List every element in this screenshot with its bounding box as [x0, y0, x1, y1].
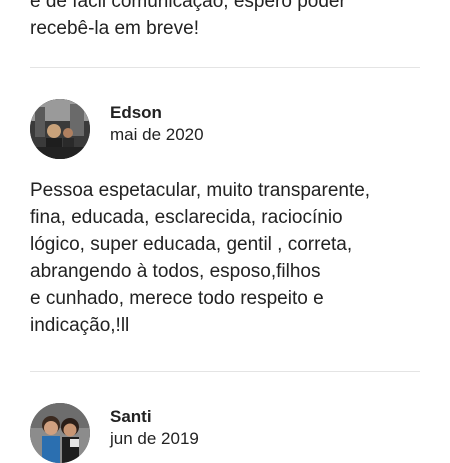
reviewer-name: Edson	[110, 103, 162, 122]
review-text: Pessoa espetacular, muito transparente, …	[30, 180, 371, 336]
review-date: jun de 2019	[110, 429, 199, 448]
reviewer-avatar[interactable]	[30, 99, 90, 159]
review-header: Edson mai de 2020	[30, 99, 422, 159]
reviewer-avatar[interactable]	[30, 403, 90, 463]
review-header: Santi jun de 2019	[30, 403, 422, 463]
review-item: Edson mai de 2020 Pessoa espetacular, mu…	[30, 99, 422, 339]
reviewer-name: Santi	[110, 407, 152, 426]
previous-review-text: e de fácil comunicação, espero poder rec…	[30, 0, 346, 39]
review-divider	[30, 67, 420, 68]
avatar-photo-icon	[30, 403, 90, 463]
review-item: Santi jun de 2019	[30, 403, 422, 463]
review-date: mai de 2020	[110, 125, 204, 144]
review-divider	[30, 371, 420, 372]
avatar-photo-icon	[30, 99, 90, 159]
